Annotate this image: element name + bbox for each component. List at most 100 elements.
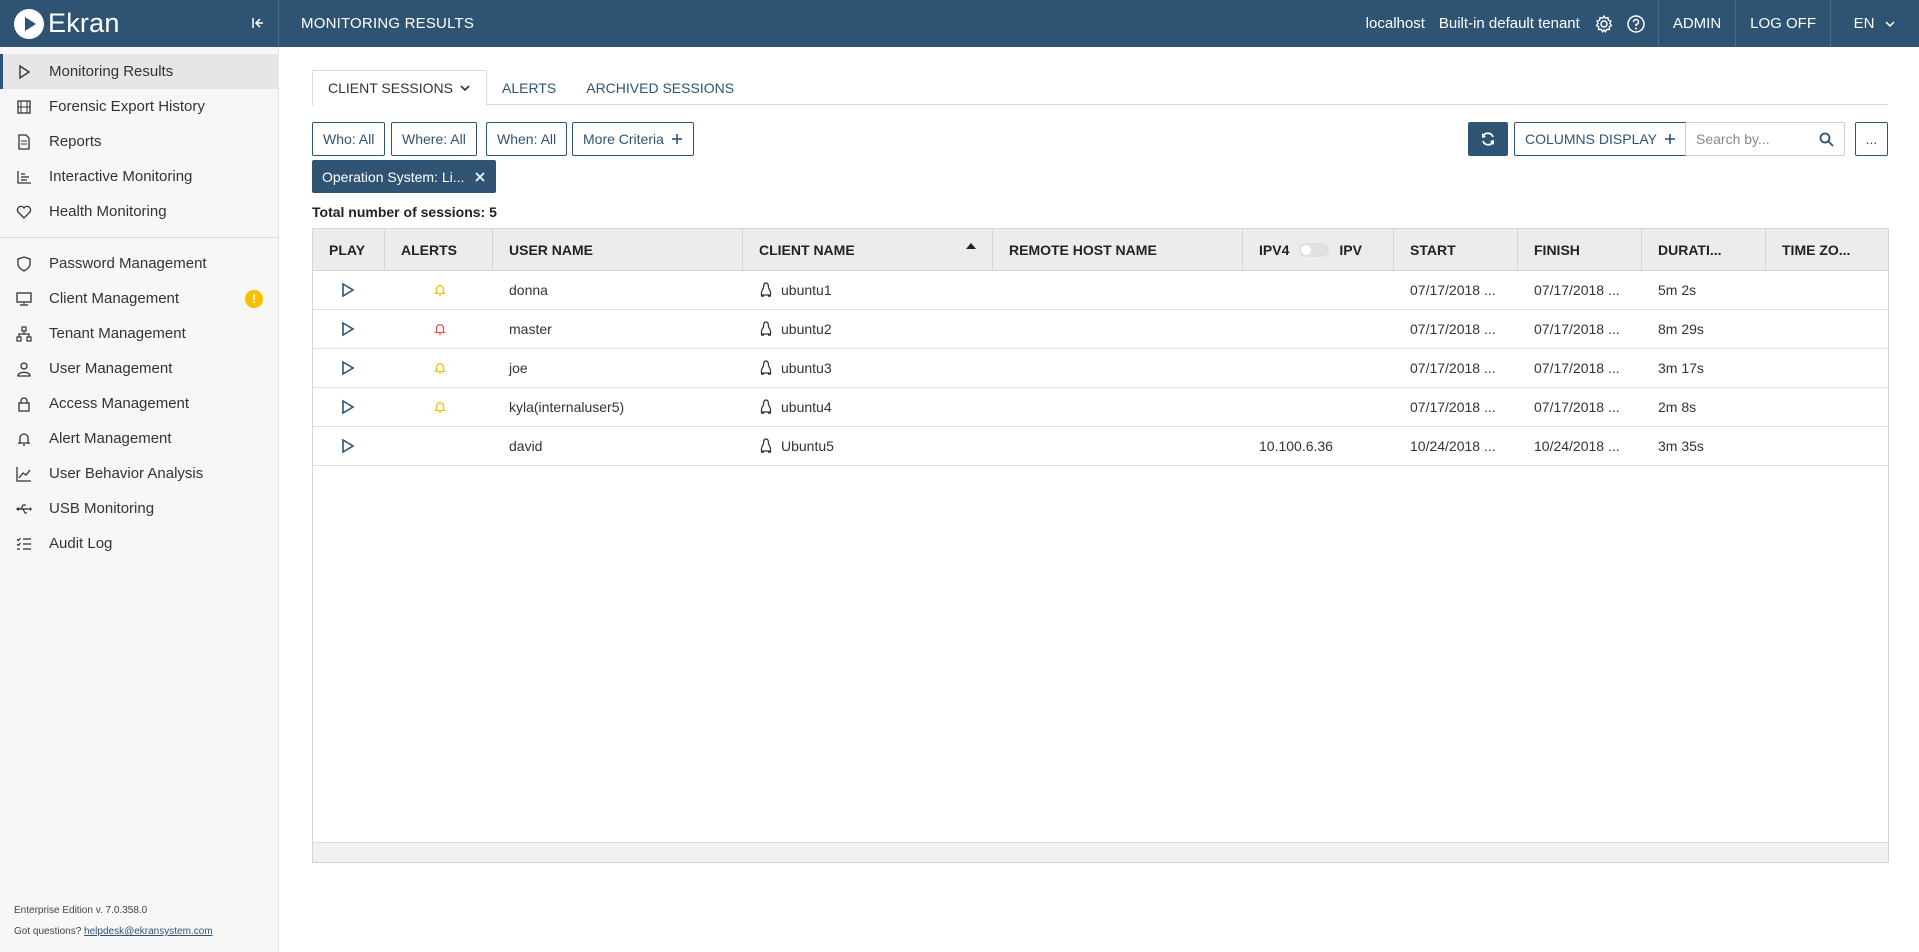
sidebar-item-forensic-export-history[interactable]: Forensic Export History <box>0 89 278 124</box>
finish-cell: 07/17/2018 ... <box>1534 282 1620 298</box>
document-icon <box>18 133 30 150</box>
language-label: EN <box>1853 15 1875 32</box>
play-icon <box>19 64 31 79</box>
horizontal-scrollbar[interactable] <box>313 842 1888 862</box>
who-filter-button[interactable]: Who: All <box>312 122 386 156</box>
column-header-remote-host-name[interactable]: REMOTE HOST NAME <box>993 229 1243 271</box>
more-options-button[interactable]: ... <box>1855 122 1888 156</box>
sidebar-item-client-management[interactable]: Client Management ! <box>0 281 278 316</box>
alert-cell <box>385 427 493 465</box>
sidebar-divider <box>0 237 278 238</box>
sidebar-item-monitoring-results[interactable]: Monitoring Results <box>0 54 278 89</box>
more-criteria-button[interactable]: More Criteria <box>572 122 694 156</box>
tab-alerts[interactable]: ALERTS <box>487 70 571 106</box>
tab-archived-sessions[interactable]: ARCHIVED SESSIONS <box>571 70 749 106</box>
bell-alert-yellow-icon <box>434 284 446 296</box>
user-menu[interactable]: ADMIN <box>1657 0 1735 47</box>
column-header-ip[interactable]: IPV4 IPV <box>1243 229 1394 271</box>
sort-ascending-icon <box>966 243 976 249</box>
play-icon <box>342 321 355 337</box>
time-zone-cell <box>1766 349 1888 387</box>
sidebar-item-label: Tenant Management <box>49 325 186 342</box>
tab-client-sessions[interactable]: CLIENT SESSIONS <box>312 70 488 106</box>
help-icon[interactable] <box>1626 14 1646 34</box>
sidebar-item-health-monitoring[interactable]: Health Monitoring <box>0 194 278 229</box>
column-header-duration[interactable]: DURATI... <box>1642 229 1766 271</box>
sidebar-item-user-management[interactable]: User Management <box>0 351 278 386</box>
language-selector[interactable]: EN <box>1830 0 1919 47</box>
play-session-button[interactable] <box>313 271 385 309</box>
chevron-down-icon <box>1885 20 1895 27</box>
sidebar-item-label: Monitoring Results <box>49 63 174 80</box>
sidebar-item-audit-log[interactable]: Audit Log <box>0 526 278 561</box>
linux-icon <box>760 321 772 336</box>
ip-version-toggle[interactable] <box>1299 243 1330 257</box>
helpdesk-email-link[interactable]: helpdesk@ekransystem.com <box>84 926 213 937</box>
sidebar-item-label: Audit Log <box>49 535 113 552</box>
logoff-button[interactable]: LOG OFF <box>1735 0 1830 47</box>
duration-cell: 5m 2s <box>1658 282 1697 298</box>
where-filter-button[interactable]: Where: All <box>391 122 477 156</box>
sidebar-item-tenant-management[interactable]: Tenant Management <box>0 316 278 351</box>
table-row[interactable]: donna ubuntu1 07/17/2018 ... 07/17/2018 … <box>313 271 1888 310</box>
table-row[interactable]: david Ubuntu5 10.100.6.36 10/24/2018 ...… <box>313 427 1888 466</box>
start-cell: 07/17/2018 ... <box>1410 399 1496 415</box>
plus-icon <box>671 134 682 144</box>
search-icon[interactable] <box>1819 132 1834 147</box>
collapse-sidebar-icon[interactable] <box>248 13 268 33</box>
heart-icon <box>16 205 32 219</box>
play-session-button[interactable] <box>313 349 385 387</box>
sidebar-item-label: Alert Management <box>49 430 172 447</box>
sidebar-item-usb-monitoring[interactable]: USB Monitoring <box>0 491 278 526</box>
column-header-client-name[interactable]: CLIENT NAME <box>743 229 993 271</box>
tab-label: CLIENT SESSIONS <box>328 80 454 96</box>
remote-host-cell <box>993 310 1243 348</box>
questions-label: Got questions? <box>14 926 82 937</box>
main-content: CLIENT SESSIONS ALERTS ARCHIVED SESSIONS… <box>279 47 1919 952</box>
sidebar-item-reports[interactable]: Reports <box>0 124 278 159</box>
ekran-logo-icon <box>14 8 44 39</box>
ip-cell <box>1243 271 1394 309</box>
column-header-alerts[interactable]: ALERTS <box>385 229 493 271</box>
play-session-button[interactable] <box>313 310 385 348</box>
ip-cell <box>1243 310 1394 348</box>
user-name-cell: donna <box>509 282 548 298</box>
chevron-down-icon <box>460 85 470 92</box>
sidebar-item-password-management[interactable]: Password Management <box>0 246 278 281</box>
user-name-cell: kyla(internaluser5) <box>509 399 625 415</box>
duration-cell: 8m 29s <box>1658 321 1704 337</box>
search-input[interactable] <box>1696 131 1811 147</box>
usb-icon <box>16 503 32 514</box>
refresh-button[interactable] <box>1468 122 1508 156</box>
play-session-button[interactable] <box>313 427 385 465</box>
sidebar-item-alert-management[interactable]: Alert Management <box>0 421 278 456</box>
gear-icon[interactable] <box>1594 14 1614 34</box>
column-header-play[interactable]: PLAY <box>313 229 385 271</box>
time-zone-cell <box>1766 388 1888 426</box>
bell-alert-red-icon <box>434 323 446 335</box>
remote-host-cell <box>993 427 1243 465</box>
when-filter-button[interactable]: When: All <box>486 122 568 156</box>
sidebar-item-user-behavior-analysis[interactable]: User Behavior Analysis <box>0 456 278 491</box>
refresh-icon <box>1482 132 1494 146</box>
sidebar-item-interactive-monitoring[interactable]: Interactive Monitoring <box>0 159 278 194</box>
user-name-cell: master <box>509 321 552 337</box>
sidebar-item-access-management[interactable]: Access Management <box>0 386 278 421</box>
column-header-user-name[interactable]: USER NAME <box>493 229 743 271</box>
table-row[interactable]: master ubuntu2 07/17/2018 ... 07/17/2018… <box>313 310 1888 349</box>
table-row[interactable]: joe ubuntu3 07/17/2018 ... 07/17/2018 ..… <box>313 349 1888 388</box>
column-header-time-zone[interactable]: TIME ZO... <box>1766 229 1888 271</box>
table-row[interactable]: kyla(internaluser5) ubuntu4 07/17/2018 .… <box>313 388 1888 427</box>
brand: Ekran <box>0 0 279 47</box>
lock-icon <box>18 396 30 412</box>
columns-display-button[interactable]: COLUMNS DISPLAY <box>1514 122 1687 156</box>
linux-icon <box>760 438 772 453</box>
play-session-button[interactable] <box>313 388 385 426</box>
tab-bar: CLIENT SESSIONS ALERTS ARCHIVED SESSIONS <box>312 70 1888 106</box>
column-header-start[interactable]: START <box>1394 229 1518 271</box>
column-header-finish[interactable]: FINISH <box>1518 229 1642 271</box>
close-icon[interactable] <box>474 171 486 183</box>
more-criteria-label: More Criteria <box>583 131 664 147</box>
ipv4-label: IPV4 <box>1259 242 1290 258</box>
sidebar-item-label: Forensic Export History <box>49 98 205 115</box>
